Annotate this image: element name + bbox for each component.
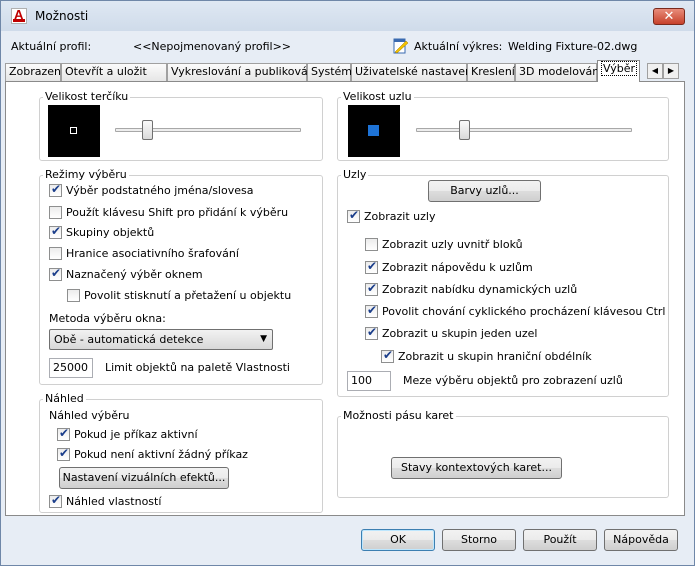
window-method-select[interactable]: Obě - automatická detekce ▼: [49, 329, 273, 350]
group-bounding-box-label: Zobrazit u skupin hraniční obdélník: [398, 350, 592, 363]
single-grip-groups-label: Zobrazit u skupin jeden uzel: [382, 327, 538, 340]
grip-preview: [348, 105, 400, 157]
tab-system[interactable]: Systém: [307, 63, 352, 81]
preview-command-active-label: Pokud je příkaz aktivní: [74, 428, 198, 441]
pickbox-preview: [48, 105, 100, 157]
grip-size-title: Velikost uzlu: [341, 90, 414, 103]
ctrl-cycling-checkbox[interactable]: [365, 303, 378, 318]
preview-no-command-label: Pokud není aktivní žádný příkaz: [74, 448, 248, 461]
autocad-app-icon: A: [11, 7, 27, 24]
pickbox-square: [70, 127, 77, 134]
help-button[interactable]: Nápověda: [604, 529, 678, 551]
grip-slider-thumb[interactable]: [459, 120, 470, 140]
close-button[interactable]: ✕: [653, 8, 685, 25]
show-grips-label: Zobrazit uzly: [364, 210, 436, 223]
single-grip-groups-checkbox[interactable]: [365, 325, 378, 340]
group-bounding-box-checkbox[interactable]: [381, 348, 394, 363]
properties-limit-input[interactable]: 25000: [49, 358, 93, 378]
shift-add-checkbox[interactable]: [49, 206, 62, 219]
title-bar[interactable]: A Možnosti ✕: [1, 1, 694, 31]
object-groups-checkbox[interactable]: [49, 224, 62, 239]
drawing-label: Aktuální výkres:: [414, 40, 503, 53]
pickbox-size-title: Velikost terčíku: [43, 90, 131, 103]
grips-title: Uzly: [341, 168, 369, 181]
tab-scroll-right-icon[interactable]: ▶: [663, 63, 679, 79]
chevron-down-icon: ▼: [260, 334, 267, 344]
ok-button[interactable]: OK: [361, 529, 435, 551]
grip-colors-button[interactable]: Barvy uzlů...: [428, 180, 541, 202]
preview-command-active-checkbox[interactable]: [57, 426, 70, 441]
window-title: Možnosti: [35, 9, 89, 23]
grip-object-limit-input[interactable]: 100: [347, 371, 391, 391]
cancel-button[interactable]: Storno: [442, 529, 516, 551]
tab-zobrazeni[interactable]: Zobrazení: [5, 63, 64, 81]
tab-uzivatelske-nastaveni[interactable]: Uživatelské nastavení: [351, 63, 475, 81]
shift-add-label: Použít klávesu Shift pro přidání k výběr…: [66, 206, 289, 219]
pickbox-slider-thumb[interactable]: [142, 120, 153, 140]
ribbon-options-title: Možnosti pásu karet: [341, 409, 456, 422]
drawing-value: Welding Fixture-02.dwg: [508, 40, 638, 53]
contextual-tab-states-button[interactable]: Stavy kontextových karet...: [391, 457, 562, 479]
window-method-value: Obě - automatická detekce: [54, 333, 204, 346]
drawing-file-icon: [393, 38, 409, 54]
grips-in-blocks-label: Zobrazit uzly uvnitř bloků: [382, 238, 523, 251]
property-preview-label: Náhled vlastností: [66, 495, 162, 508]
associative-hatch-label: Hranice asociativního šrafování: [66, 247, 239, 260]
window-method-label: Metoda výběru okna:: [49, 312, 166, 325]
preview-no-command-checkbox[interactable]: [57, 446, 70, 461]
properties-limit-label: Limit objektů na paletě Vlastnosti: [105, 361, 290, 374]
selection-modes-title: Režimy výběru: [43, 168, 129, 181]
tab-3d-modelovani[interactable]: 3D modelování: [515, 63, 602, 81]
preview-title: Náhled: [43, 392, 86, 405]
grip-object-limit-label: Meze výběru objektů pro zobrazení uzlů: [403, 374, 623, 387]
tab-scroll-left-icon[interactable]: ◀: [647, 63, 663, 79]
implied-windowing-checkbox[interactable]: [49, 266, 62, 281]
object-groups-label: Skupiny objektů: [66, 226, 155, 239]
press-and-drag-checkbox[interactable]: [67, 289, 80, 302]
property-preview-checkbox[interactable]: [49, 493, 62, 508]
options-dialog: A Možnosti ✕ Aktuální profil: <<Nepojmen…: [0, 0, 695, 566]
press-and-drag-label: Povolit stisknutí a přetažení u objektu: [84, 289, 292, 302]
visual-effects-button[interactable]: Nastavení vizuálních efektů...: [59, 467, 229, 489]
selection-preview-subtitle: Náhled výběru: [49, 409, 130, 422]
grip-square: [368, 125, 379, 136]
implied-windowing-label: Naznačený výběr oknem: [66, 268, 203, 281]
grip-tips-checkbox[interactable]: [365, 259, 378, 274]
profile-value: <<Nepojmenovaný profil>>: [133, 40, 292, 53]
apply-button[interactable]: Použít: [523, 529, 597, 551]
noun-verb-selection-checkbox[interactable]: [49, 182, 62, 197]
grips-in-blocks-checkbox[interactable]: [365, 238, 378, 251]
dynamic-grip-menu-checkbox[interactable]: [365, 281, 378, 296]
grip-slider-track[interactable]: [416, 128, 632, 132]
noun-verb-selection-label: Výběr podstatného jména/slovesa: [66, 184, 254, 197]
tab-vykreslovani[interactable]: Vykreslování a publikování: [167, 63, 318, 81]
tab-otevrit-a-ulozit[interactable]: Otevřít a uložit: [61, 63, 167, 81]
tab-vyber[interactable]: Výběr: [597, 60, 640, 82]
show-grips-checkbox[interactable]: [347, 208, 360, 223]
associative-hatch-checkbox[interactable]: [49, 247, 62, 260]
profile-label: Aktuální profil:: [11, 40, 92, 53]
grip-tips-label: Zobrazit nápovědu k uzlům: [382, 261, 533, 274]
tab-kresleni[interactable]: Kreslení: [467, 63, 515, 81]
ctrl-cycling-label: Povolit chování cyklického procházení kl…: [382, 305, 666, 318]
dynamic-grip-menu-label: Zobrazit nabídku dynamických uzlů: [382, 283, 578, 296]
